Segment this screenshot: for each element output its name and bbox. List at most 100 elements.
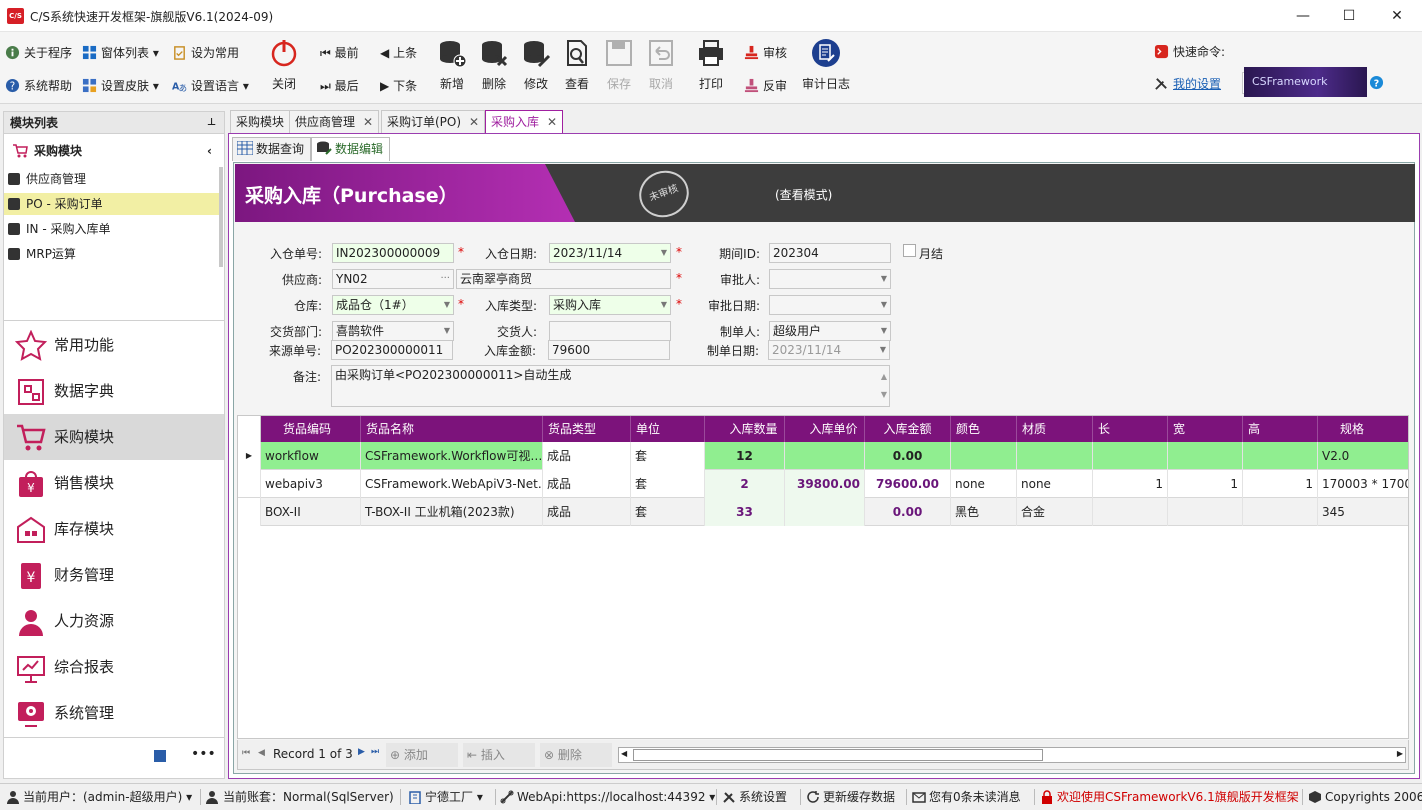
cell-type[interactable]: 成品	[543, 442, 631, 470]
dropdown-icon[interactable]: ▼	[661, 244, 667, 262]
cell-material[interactable]	[1017, 442, 1093, 470]
cell-width[interactable]	[1168, 498, 1243, 526]
set-common-button[interactable]: 设为常用	[172, 44, 239, 62]
next-button[interactable]: ▶ 下条	[380, 77, 417, 95]
cell-height[interactable]: 1	[1243, 470, 1318, 498]
my-settings-link[interactable]: 我的设置	[1154, 75, 1221, 93]
warehouse-field[interactable]: 成品仓（1#） ▼	[332, 295, 454, 315]
module-hr[interactable]: 人力资源	[4, 598, 224, 644]
maximize-button[interactable]: ☐	[1326, 4, 1372, 28]
approve-button[interactable]: 审核	[744, 44, 787, 62]
create-date-field[interactable]: 2023/11/14 ▼	[768, 340, 890, 360]
cell-code[interactable]: BOX-II	[261, 498, 361, 526]
table-row[interactable]: BOX-II T-BOX-II 工业机箱(2023款) 成品 套 33 0.00…	[238, 498, 1408, 526]
tree-item-supplier[interactable]: 供应商管理	[4, 168, 222, 190]
tab-purchase-module[interactable]: 采购模块	[230, 110, 291, 134]
command-help-icon[interactable]: ?	[1369, 75, 1384, 90]
col-length[interactable]: 长	[1093, 416, 1168, 442]
module-dictionary[interactable]: 数据字典	[4, 368, 224, 414]
cell-spec[interactable]: 170003 * 17000	[1318, 470, 1408, 498]
ellipsis-icon[interactable]: ···	[440, 270, 450, 288]
nav-last-icon[interactable]: ⏭	[371, 747, 379, 757]
status-webapi[interactable]: WebApi:https://localhost:44392 ▾	[500, 784, 715, 810]
save-button[interactable]: 保存	[598, 38, 640, 98]
module-common[interactable]: 常用功能	[4, 322, 224, 368]
table-row[interactable]: webapiv3 CSFramework.WebApiV3-Net… 成品 套 …	[238, 470, 1408, 498]
close-button[interactable]: 关闭	[263, 38, 305, 98]
module-finance[interactable]: ¥ 财务管理	[4, 552, 224, 598]
tree-item-in[interactable]: IN - 采购入库单	[4, 218, 222, 240]
tab-supplier[interactable]: 供应商管理 ✕	[289, 110, 380, 134]
col-name[interactable]: 货品名称	[361, 416, 543, 442]
scroll-left-icon[interactable]: ◀	[621, 749, 627, 758]
module-system[interactable]: 系统管理	[4, 690, 224, 736]
about-button[interactable]: 关于程序	[5, 44, 72, 62]
tab-purchase-in[interactable]: 采购入库 ✕	[485, 110, 564, 134]
cell-spec[interactable]: V2.0	[1318, 442, 1408, 470]
cell-price[interactable]	[785, 498, 865, 526]
nav-first-icon[interactable]: ⏮	[242, 748, 250, 758]
table-row[interactable]: ▶ workflow CSFramework.Workflow可视… 成品 套 …	[238, 442, 1408, 470]
float-panel-icon[interactable]	[154, 750, 166, 762]
module-sales[interactable]: ¥ 销售模块	[4, 460, 224, 506]
col-spec[interactable]: 规格	[1318, 416, 1408, 442]
cell-type[interactable]: 成品	[543, 470, 631, 498]
tab-po[interactable]: 采购订单(PO) ✕	[381, 110, 486, 134]
close-icon[interactable]: ✕	[547, 115, 557, 129]
month-end-checkbox[interactable]	[903, 244, 916, 257]
col-material[interactable]: 材质	[1017, 416, 1093, 442]
more-icon[interactable]: •••	[191, 746, 216, 762]
cell-color[interactable]	[951, 442, 1017, 470]
nav-prev-icon[interactable]: ◀	[258, 748, 265, 758]
module-purchase[interactable]: 采购模块	[4, 414, 224, 460]
add-button[interactable]: 新增	[431, 38, 473, 98]
print-button[interactable]: 打印	[690, 38, 732, 98]
cell-length[interactable]	[1093, 498, 1168, 526]
nav-next-icon[interactable]: ▶	[358, 747, 365, 757]
col-color[interactable]: 颜色	[951, 416, 1017, 442]
col-type[interactable]: 货品类型	[543, 416, 631, 442]
scroll-thumb[interactable]	[633, 749, 1043, 761]
cell-amount[interactable]: 0.00	[865, 442, 951, 470]
cell-material[interactable]: none	[1017, 470, 1093, 498]
unapprove-button[interactable]: 反审	[744, 77, 787, 95]
cell-amount[interactable]: 79600.00	[865, 470, 951, 498]
supplier-code-field[interactable]: YN02 ···	[332, 269, 454, 289]
view-button[interactable]: 查看	[556, 38, 598, 98]
cell-qty[interactable]: 12	[705, 442, 785, 470]
cancel-button[interactable]: 取消	[640, 38, 682, 98]
cell-unit[interactable]: 套	[631, 498, 705, 526]
close-icon[interactable]: ✕	[363, 115, 373, 129]
module-inventory[interactable]: 库存模块	[4, 506, 224, 552]
modify-button[interactable]: 修改	[515, 38, 557, 98]
cell-height[interactable]	[1243, 498, 1318, 526]
period-field[interactable]: 202304	[769, 243, 891, 263]
tree-root-purchase[interactable]: 采购模块 ‹	[4, 140, 224, 162]
cell-code[interactable]: webapiv3	[261, 470, 361, 498]
cell-length[interactable]	[1093, 442, 1168, 470]
skin-button[interactable]: 设置皮肤 ▾	[82, 77, 159, 95]
delete-button[interactable]: 删除	[473, 38, 515, 98]
cell-width[interactable]: 1	[1168, 470, 1243, 498]
cell-qty[interactable]: 2	[705, 470, 785, 498]
col-width[interactable]: 宽	[1168, 416, 1243, 442]
help-button[interactable]: ? 系统帮助	[5, 77, 72, 95]
dropdown-icon[interactable]: ▼	[880, 341, 886, 359]
in-no-field[interactable]: IN202300000009	[332, 243, 454, 263]
cell-type[interactable]: 成品	[543, 498, 631, 526]
nav-delete-button[interactable]: ⊗ 删除	[540, 743, 612, 767]
cell-name[interactable]: T-BOX-II 工业机箱(2023款)	[361, 498, 543, 526]
cell-price[interactable]	[785, 442, 865, 470]
cell-material[interactable]: 合金	[1017, 498, 1093, 526]
approve-date-field[interactable]: ▼	[769, 295, 891, 315]
prev-button[interactable]: ◀ 上条	[380, 44, 417, 62]
nav-insert-button[interactable]: ⇤ 插入	[463, 743, 535, 767]
subtab-edit[interactable]: 数据编辑	[311, 137, 391, 161]
scroll-up-icon[interactable]: ▲	[881, 368, 887, 386]
cell-width[interactable]	[1168, 442, 1243, 470]
cell-code[interactable]: workflow	[261, 442, 361, 470]
tree-scrollbar[interactable]	[219, 167, 223, 267]
dropdown-icon[interactable]: ▼	[661, 296, 667, 314]
cell-color[interactable]: 黑色	[951, 498, 1017, 526]
amount-field[interactable]: 79600	[548, 340, 670, 360]
